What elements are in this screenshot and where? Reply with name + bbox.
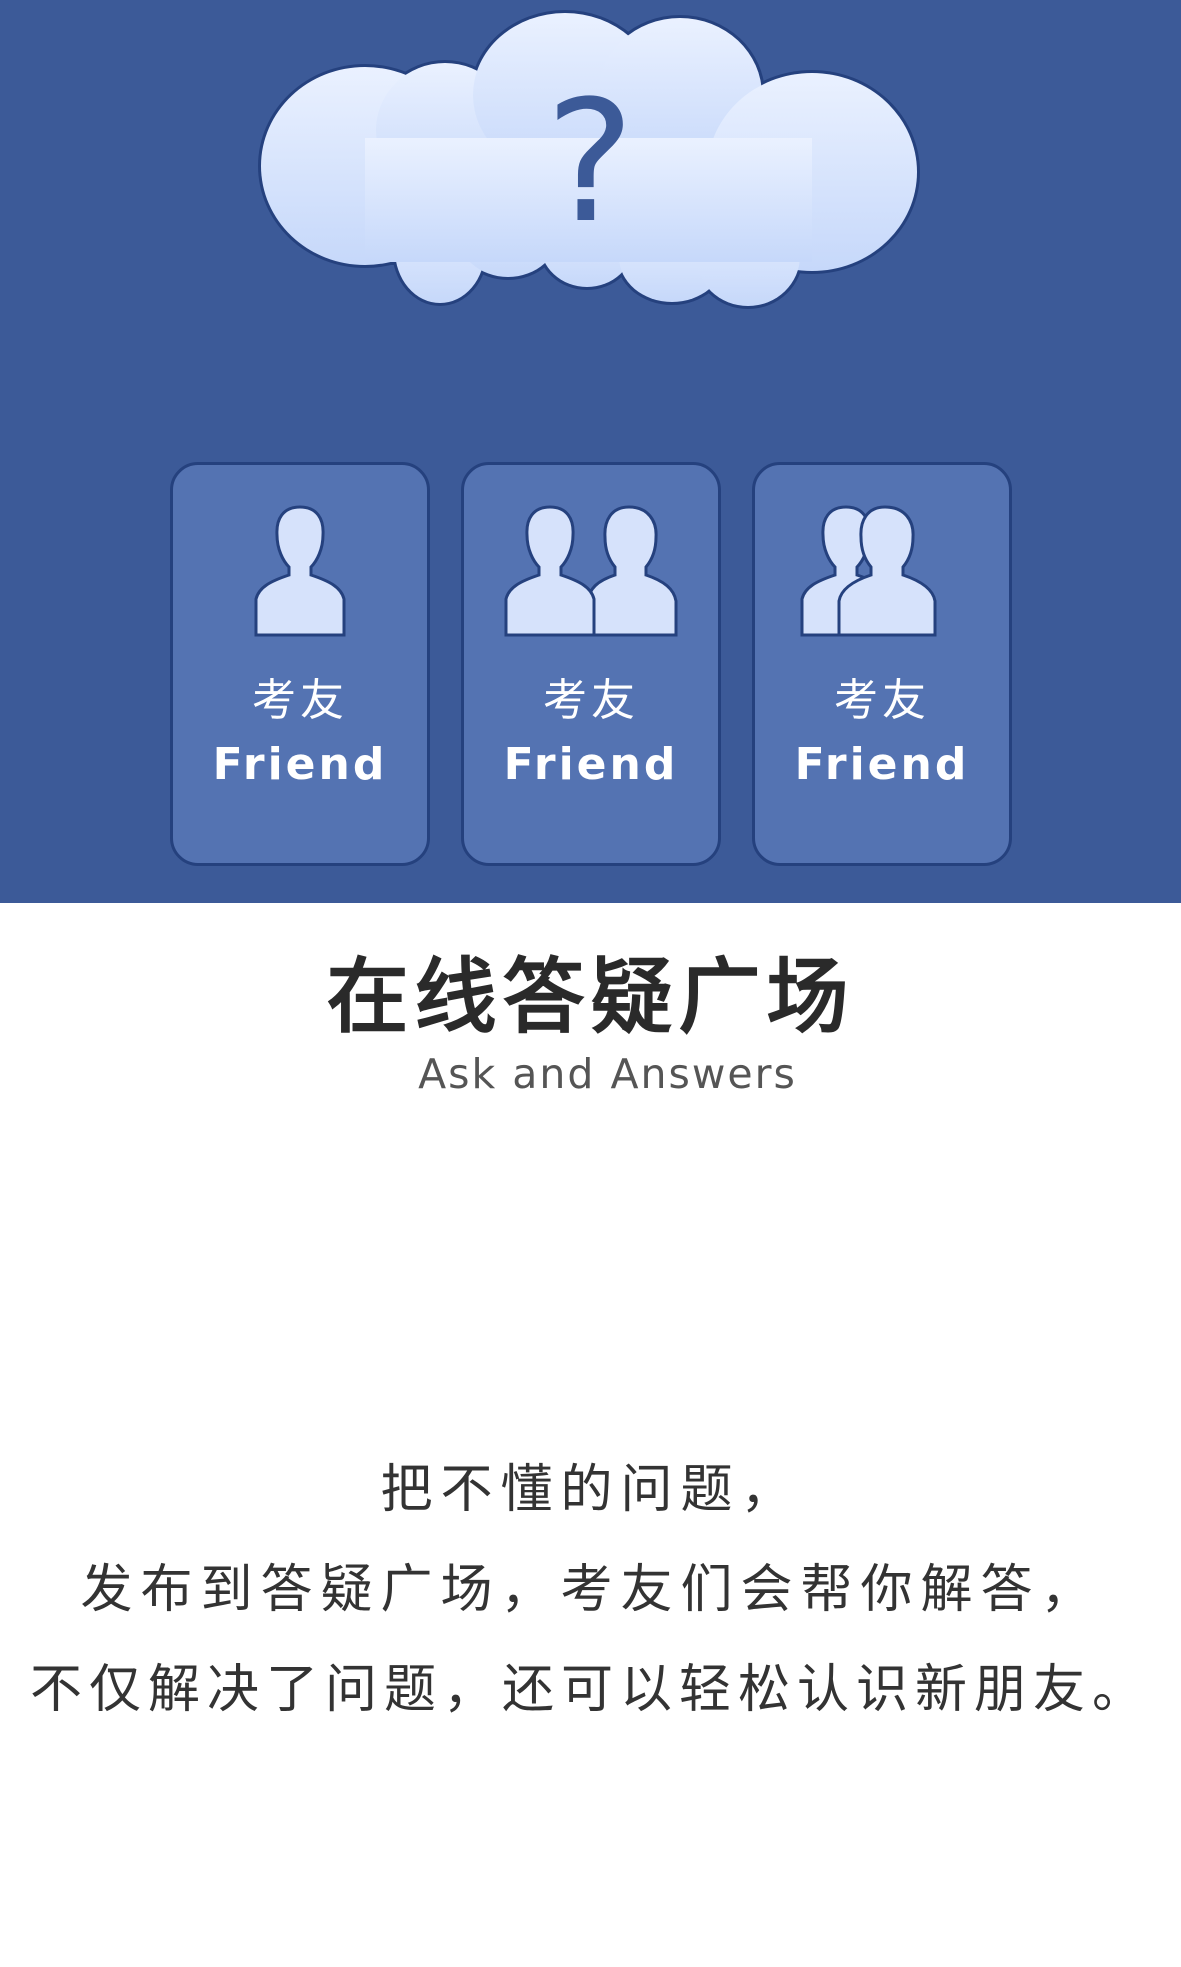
section-title: 在线答疑广场 <box>326 950 855 1045</box>
friend-card-label-cn: 考友 <box>834 675 930 726</box>
section-subtitle: Ask and Answers <box>418 1050 797 1098</box>
friend-card-3[interactable]: 考友 Friend <box>752 462 1012 866</box>
page: ? 考友 Friend 考友 Friend 考友 Friend 在线答疑广场 A… <box>0 0 1181 1967</box>
friend-card-label-en: Friend <box>503 739 679 790</box>
question-mark: ? <box>545 64 635 260</box>
description-line-2: 发布到答疑广场，考友们会帮你解答， <box>80 1560 1101 1620</box>
hero-banner: ? 考友 Friend 考友 Friend 考友 Friend <box>0 0 1181 903</box>
friend-card-label-en: Friend <box>212 739 388 790</box>
description-line-1: 把不懂的问题， <box>380 1460 801 1520</box>
friend-card-label-cn: 考友 <box>252 675 348 726</box>
friend-card-label-cn: 考友 <box>543 675 639 726</box>
single-person-icon <box>254 505 346 637</box>
overlapping-people-icon <box>800 505 937 637</box>
friend-card-label-en: Friend <box>794 739 970 790</box>
description-line-3: 不仅解决了问题，还可以轻松认识新朋友。 <box>29 1660 1151 1720</box>
friend-card-2[interactable]: 考友 Friend <box>461 462 721 866</box>
friend-card-1[interactable]: 考友 Friend <box>170 462 430 866</box>
two-people-icon <box>504 505 678 637</box>
